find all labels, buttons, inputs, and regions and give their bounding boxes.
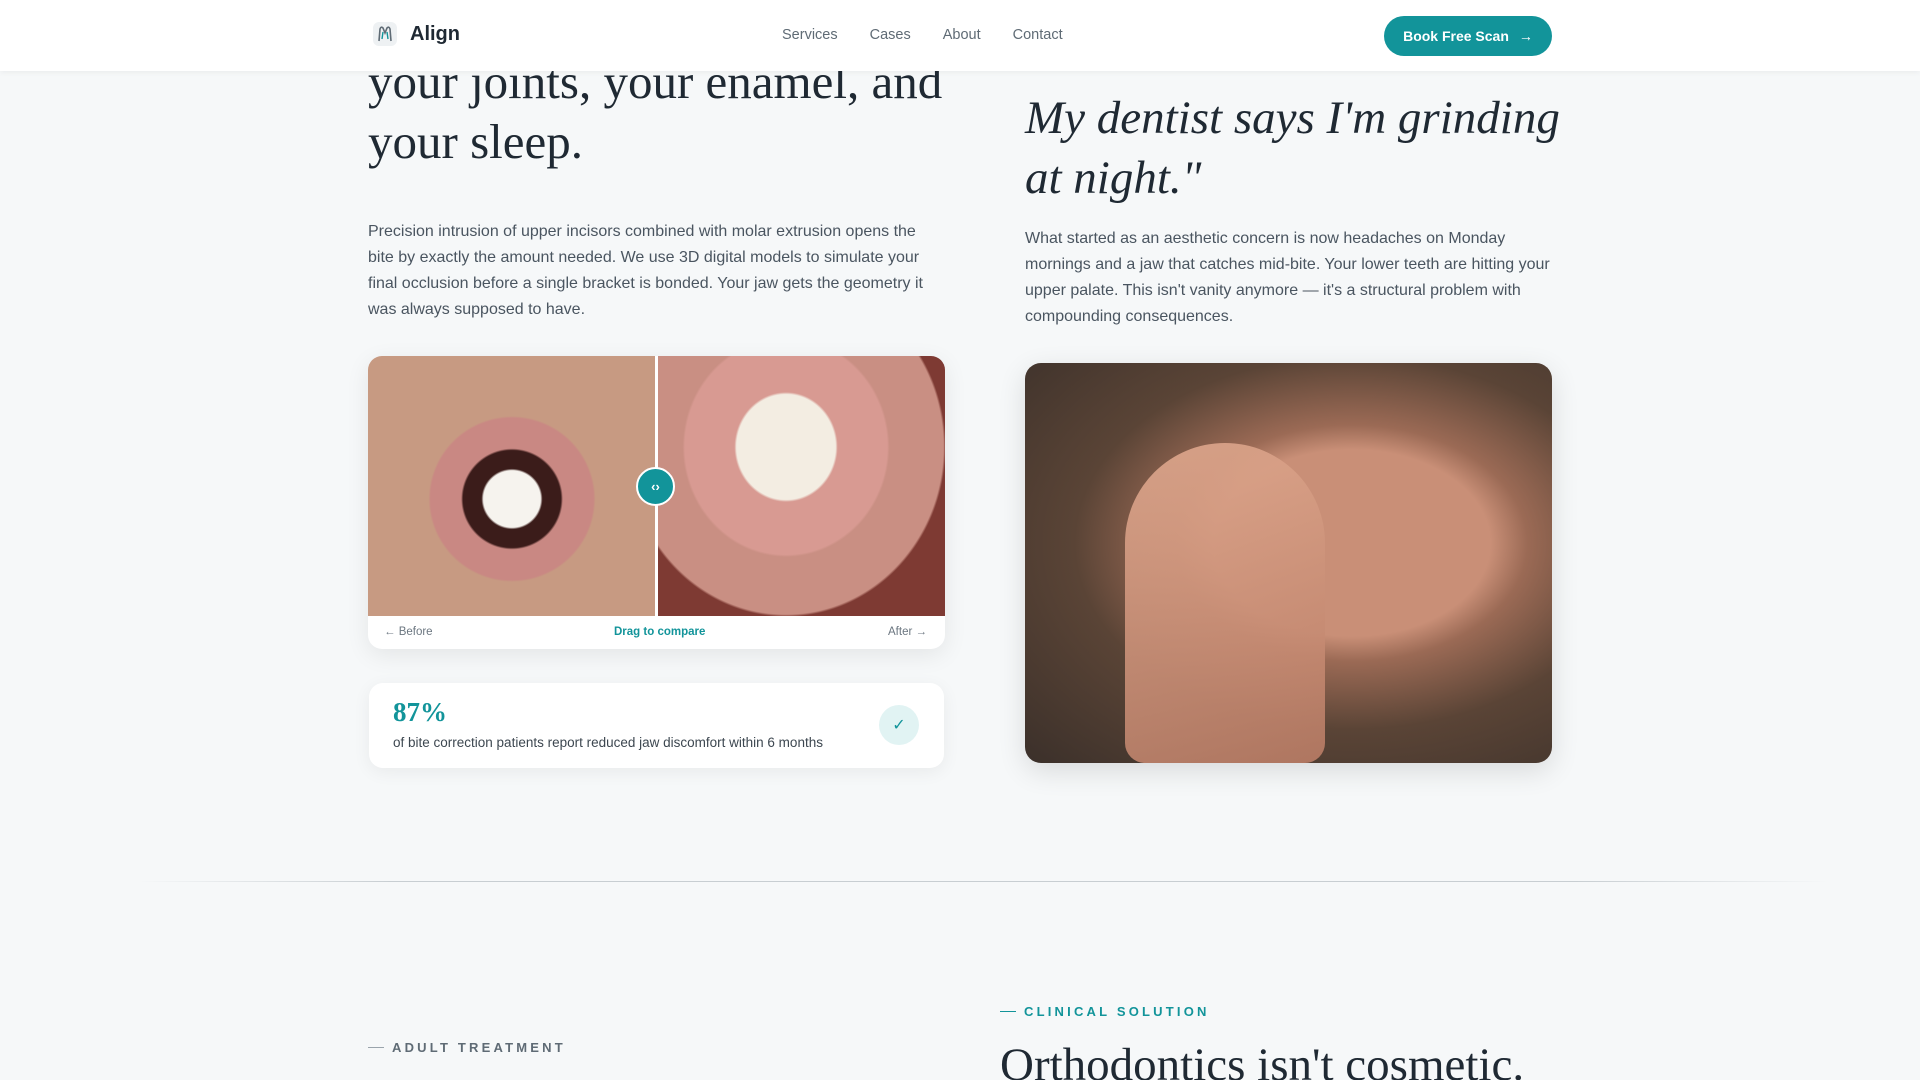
problem-description: What started as an aesthetic concern is … — [1025, 230, 1550, 325]
cta-label: Book Free Scan — [1403, 28, 1509, 44]
before-teeth-photo — [368, 356, 656, 616]
eyebrow-label: CLINICAL SOLUTION — [1024, 1004, 1210, 1019]
arrow-right-icon: → — [1518, 28, 1533, 44]
before-label: ← Before — [384, 626, 433, 638]
checkmark-icon: ✓ — [879, 705, 919, 745]
section-divider — [138, 881, 1828, 882]
brand-name: Align — [410, 22, 460, 45]
before-after-slider[interactable]: ‹› ← Before Drag to compare After → — [368, 356, 945, 649]
drag-to-compare-label: Drag to compare — [614, 626, 706, 638]
nav-contact[interactable]: Contact — [1013, 27, 1063, 43]
eyebrow-dash — [368, 1046, 384, 1049]
after-label: After → — [888, 626, 927, 638]
nav-cases[interactable]: Cases — [870, 27, 911, 43]
stat-value: 87% — [393, 697, 447, 727]
stat-card: 87% of bite correction patients report r… — [369, 683, 944, 768]
site-header: Align Services Cases About Contact Book … — [0, 0, 1920, 71]
compare-caption-bar: ← Before Drag to compare After → — [368, 616, 945, 649]
stat-description: of bite correction patients report reduc… — [393, 735, 823, 750]
eyebrow-dash — [1000, 1010, 1016, 1013]
section-heading-bottom: Orthodontics isn't cosmetic. — [1000, 1039, 1525, 1080]
book-free-scan-button[interactable]: Book Free Scan → — [1384, 16, 1552, 56]
eyebrow-label: ADULT TREATMENT — [392, 1040, 566, 1055]
drag-handle-icon[interactable]: ‹› — [636, 467, 675, 506]
after-teeth-photo — [656, 356, 945, 616]
eyebrow-clinical-solution: CLINICAL SOLUTION — [1000, 1004, 1210, 1019]
quote-line: My dentist says I'm grinding — [1025, 92, 1560, 144]
patient-quote: My dentist says I'm grinding at night." — [1025, 88, 1565, 208]
heading-line: your sleep. — [368, 114, 583, 169]
quote-line: at night." — [1025, 152, 1202, 204]
jaw-pain-photo — [1025, 363, 1552, 763]
brand-logo[interactable]: Align — [372, 21, 460, 47]
nav-services[interactable]: Services — [782, 27, 838, 43]
tooth-logo-icon — [373, 22, 397, 46]
eyebrow-adult-treatment: ADULT TREATMENT — [368, 1040, 566, 1055]
treatment-description: Precision intrusion of upper incisors co… — [368, 223, 923, 318]
hand-on-cheek-shape — [1125, 443, 1325, 763]
nav-about[interactable]: About — [943, 27, 981, 43]
main-nav: Services Cases About Contact — [782, 27, 1063, 43]
